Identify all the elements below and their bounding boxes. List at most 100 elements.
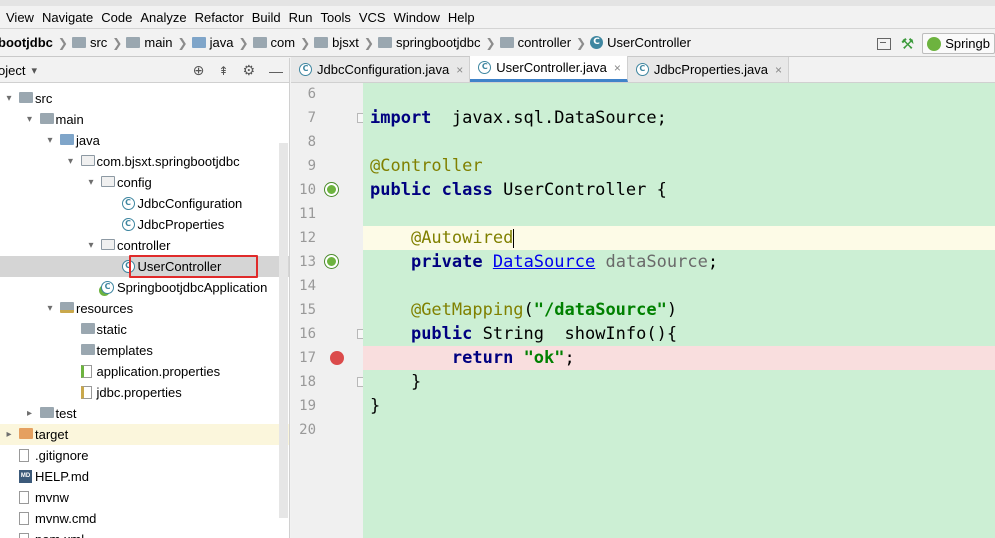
chevron-right-icon: ❯ — [177, 35, 188, 50]
menu-item-window[interactable]: Window — [390, 10, 444, 25]
tree-item-label: main — [55, 112, 84, 127]
class-icon: C — [478, 61, 492, 74]
class-icon: C — [121, 218, 135, 231]
chevron-down-icon[interactable]: ▾ — [66, 151, 76, 172]
chevron-down-icon[interactable]: ▾ — [86, 172, 96, 193]
locate-target-icon[interactable]: ⊕ — [193, 62, 205, 79]
menu-item-help[interactable]: Help — [444, 10, 479, 25]
menu-item-refactor[interactable]: Refactor — [191, 10, 248, 25]
close-icon[interactable]: × — [614, 61, 621, 75]
folder-icon — [19, 428, 33, 439]
tree-item-com-bjsxt-springbootjdbc[interactable]: ▾ com.bjsxt.springbootjdbc — [0, 151, 289, 172]
tree-item-jdbc-properties[interactable]: jdbc.properties — [0, 382, 289, 403]
collapse-all-icon[interactable]: ⇞ — [218, 64, 228, 78]
breadcrumb-item[interactable]: ❯ springbootjdbc — [359, 35, 481, 50]
package-icon — [101, 239, 115, 250]
project-structure-icon[interactable] — [876, 37, 891, 50]
tree-icon-wrapper — [19, 533, 29, 538]
chevron-down-icon[interactable]: ▾ — [45, 298, 55, 319]
tree-item-springbootjdbcapplication[interactable]: C SpringbootjdbcApplication — [0, 277, 289, 298]
chevron-right-icon[interactable]: ▸ — [4, 424, 14, 445]
tree-item-application-properties[interactable]: application.properties — [0, 361, 289, 382]
tree-item-test[interactable]: ▸ test — [0, 403, 289, 424]
breadcrumb-item[interactable]: ❯ com — [233, 35, 295, 50]
chevron-right-icon: ❯ — [363, 35, 374, 50]
code-token: import — [370, 108, 432, 128]
breadcrumb-item[interactable]: ❯ java — [173, 35, 234, 50]
build-hammer-icon[interactable]: ⚒ — [901, 35, 914, 53]
menu-item-build[interactable]: Build — [248, 10, 285, 25]
breadcrumb-item[interactable]: ❯ src — [53, 35, 107, 50]
chevron-down-icon[interactable]: ▾ — [86, 235, 96, 256]
tree-item--gitignore[interactable]: .gitignore — [0, 445, 289, 466]
tab-jdbcconfiguration-java[interactable]: C JdbcConfiguration.java × — [291, 57, 471, 82]
code-token: } — [370, 396, 381, 416]
chevron-right-icon: ❯ — [576, 35, 587, 50]
code-line: return "ok"; — [370, 346, 575, 370]
tree-item-static[interactable]: static — [0, 319, 289, 340]
run-configuration-selector[interactable]: Springb — [922, 33, 995, 54]
menu-item-code[interactable]: Code — [97, 10, 136, 25]
project-panel-title[interactable]: oject — [0, 63, 25, 78]
breadcrumb-label: UserController — [607, 35, 691, 50]
menu-item-tools[interactable]: Tools — [317, 10, 355, 25]
breadcrumb-item[interactable]: ❯ controller — [481, 35, 572, 50]
tree-item-resources[interactable]: ▾ resources — [0, 298, 289, 319]
breadcrumb-item[interactable]: ❯ C UserController — [571, 35, 691, 50]
tree-item-src[interactable]: ▾ src — [0, 88, 289, 109]
tab-jdbcproperties-java[interactable]: C JdbcProperties.java × — [627, 57, 790, 82]
chevron-down-icon[interactable]: ▾ — [25, 109, 35, 130]
breadcrumb-item[interactable]: ❯ bjsxt — [295, 35, 359, 50]
tab-usercontroller-java[interactable]: C UserController.java × — [470, 56, 628, 82]
tree-item-label: static — [96, 322, 127, 337]
selection-highlight-box — [128, 255, 258, 278]
breakpoint-icon[interactable] — [330, 351, 344, 365]
tree-item-config[interactable]: ▾ config — [0, 172, 289, 193]
chevron-right-icon[interactable]: ▸ — [25, 403, 35, 424]
tree-item-jdbcproperties[interactable]: C JdbcProperties — [0, 214, 289, 235]
code-token: UserController { — [492, 180, 667, 200]
menu-item-vcs[interactable]: VCS — [355, 10, 390, 25]
tree-item-java[interactable]: ▾ java — [0, 130, 289, 151]
tree-item-jdbcconfiguration[interactable]: C JdbcConfiguration — [0, 193, 289, 214]
folder-icon — [39, 113, 54, 124]
menu-item-view[interactable]: View — [2, 10, 38, 25]
tree-item-mvnw-cmd[interactable]: mvnw.cmd — [0, 508, 289, 529]
close-icon[interactable]: × — [775, 63, 782, 77]
code-line: } — [370, 394, 380, 418]
text-cursor — [513, 228, 515, 248]
spring-properties-icon — [80, 365, 92, 378]
breadcrumb-label: src — [89, 35, 108, 50]
close-icon[interactable]: × — [456, 63, 463, 77]
breadcrumb-label: java — [209, 35, 234, 50]
chevron-down-icon[interactable]: ▾ — [4, 88, 14, 109]
chevron-down-icon[interactable]: ▾ — [31, 64, 37, 77]
autowired-navigate-icon[interactable] — [325, 255, 339, 269]
tree-item-main[interactable]: ▾ main — [0, 109, 289, 130]
tree-item-help-md[interactable]: MD HELP.md — [0, 466, 289, 487]
tree-item-mvnw[interactable]: mvnw — [0, 487, 289, 508]
menu-item-navigate[interactable]: Navigate — [38, 10, 97, 25]
tree-item-pom-xml[interactable]: pom.xml — [0, 529, 289, 538]
breadcrumb-item[interactable]: bootjdbc — [0, 35, 53, 50]
folder-icon — [19, 92, 33, 103]
breadcrumb-item[interactable]: ❯ main — [107, 35, 172, 50]
chevron-down-icon[interactable]: ▾ — [45, 130, 55, 151]
minimize-icon[interactable]: — — [269, 63, 283, 79]
line-number: 6 — [307, 86, 316, 102]
resources-folder-icon — [60, 302, 74, 313]
menu-item-run[interactable]: Run — [285, 10, 317, 25]
tree-item-label: config — [117, 175, 152, 190]
spring-bean-icon[interactable] — [325, 183, 339, 197]
menu-item-analyze[interactable]: Analyze — [136, 10, 190, 25]
tree-item-label: pom.xml — [35, 529, 84, 538]
gear-icon[interactable]: ⚙ — [242, 62, 255, 79]
tree-item-controller[interactable]: ▾ controller — [0, 235, 289, 256]
tree-icon-wrapper — [80, 155, 95, 166]
code-token: javax.sql.DataSource; — [431, 108, 667, 128]
tree-item-templates[interactable]: templates — [0, 340, 289, 361]
tree-scrollbar[interactable] — [279, 143, 288, 518]
tree-item-target[interactable]: ▸ target — [0, 424, 289, 445]
code-area[interactable]: import javax.sql.DataSource; @Controller p… — [363, 83, 995, 538]
